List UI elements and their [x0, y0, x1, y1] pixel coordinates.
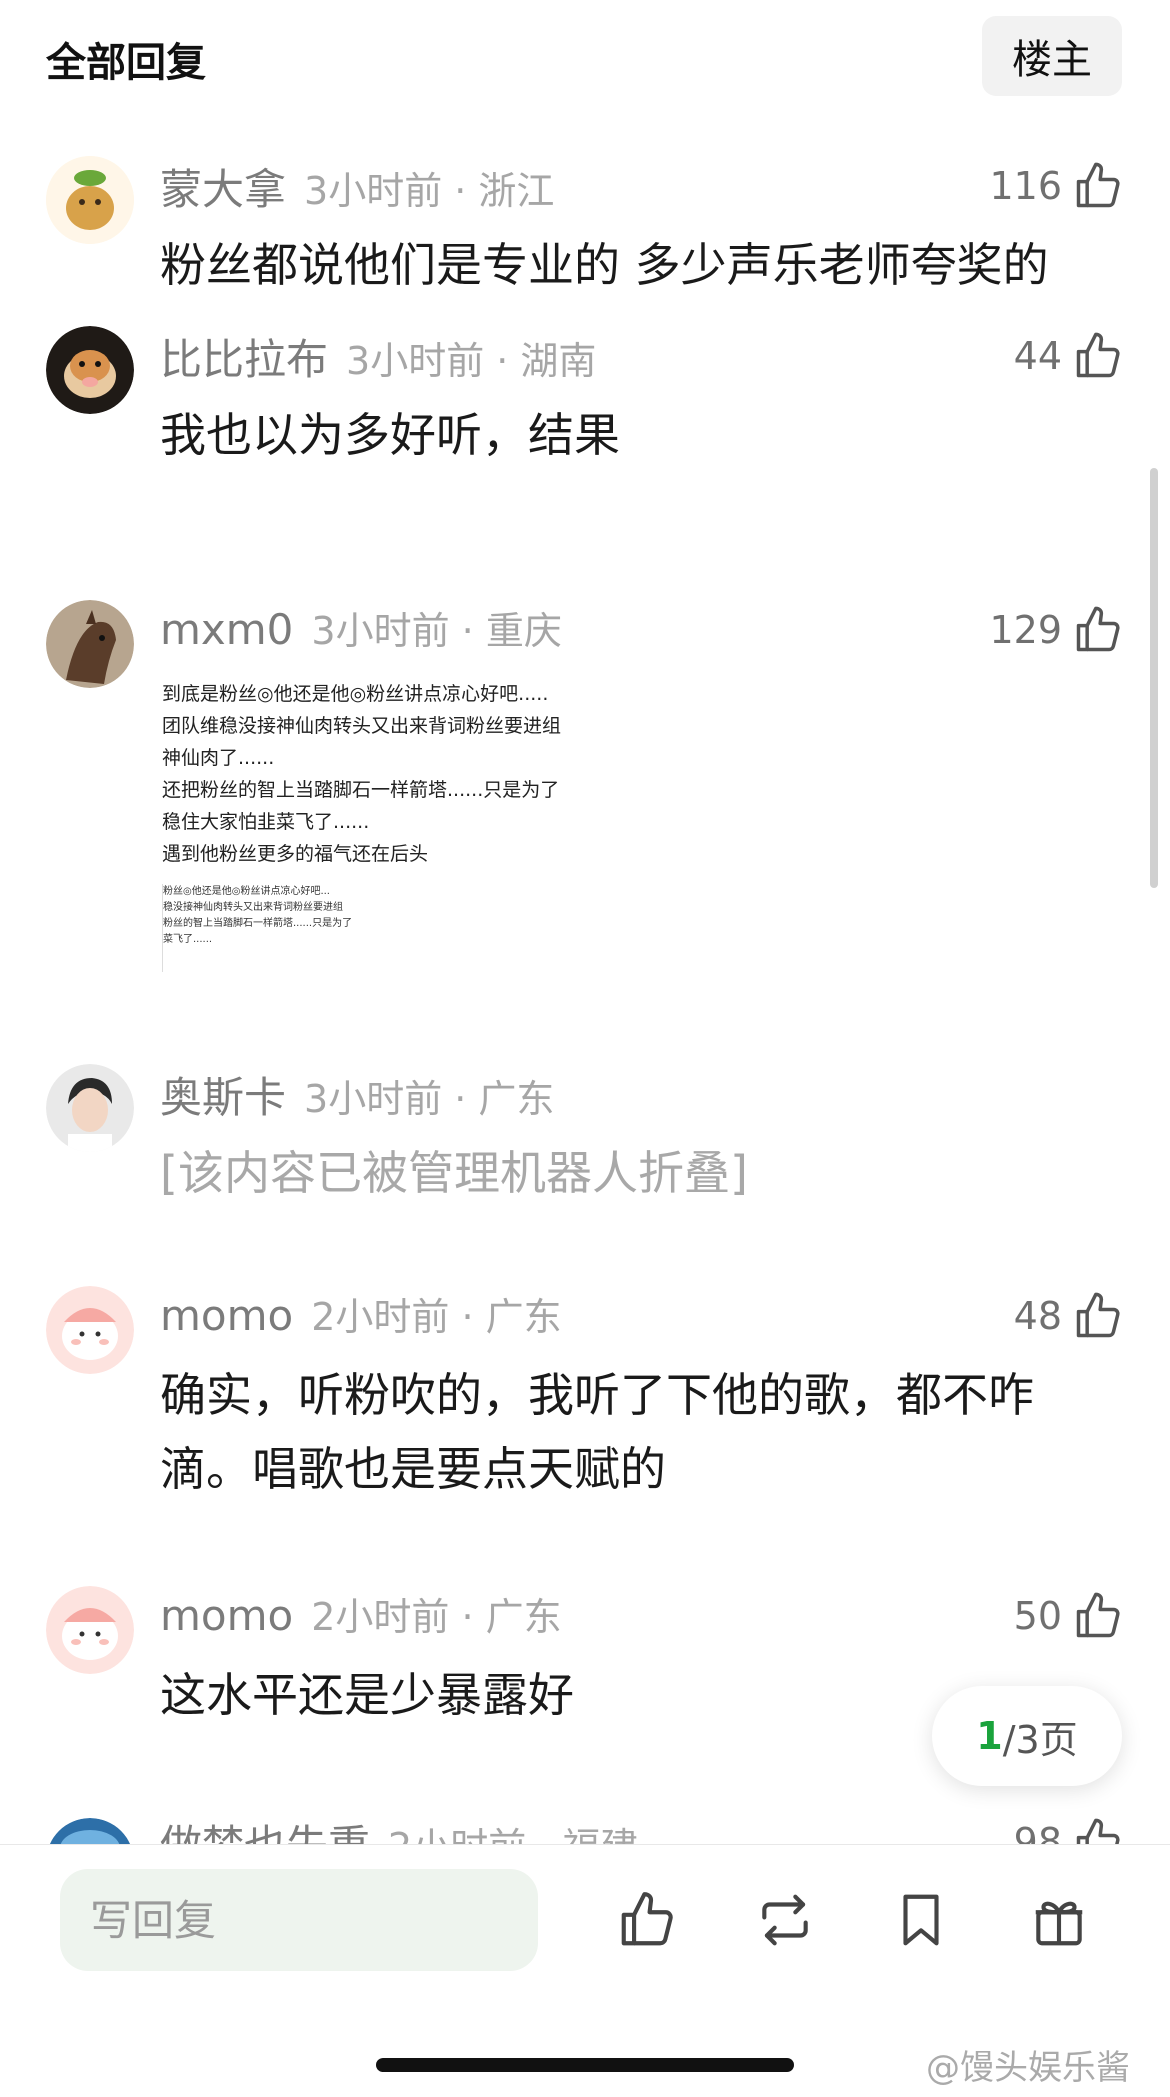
- avatar[interactable]: [46, 156, 134, 244]
- comment-item: 比比拉布 3小时前 · 湖南 44 我也以为多好听，结果: [0, 326, 1170, 486]
- username[interactable]: momo: [160, 1291, 293, 1340]
- comment-item: momo 2小时前 · 广东 48 确实，听粉吹的，我听了下他的歌，都不咋滴。唱…: [0, 1286, 1170, 1526]
- page-indicator[interactable]: 1 /3页: [932, 1686, 1122, 1786]
- repost-button[interactable]: [750, 1885, 820, 1955]
- like-count: 48: [1013, 1294, 1062, 1338]
- image-text-line: 稳住大家怕韭菜飞了......: [162, 811, 370, 833]
- comment-meta: mxm0 3小时前 · 重庆: [160, 600, 562, 660]
- image-text-line: 粉丝◎他还是他◎粉丝讲点凉心好吧...: [163, 886, 330, 897]
- image-text-line: 神仙肉了......: [162, 747, 275, 769]
- comment-meta: 蒙大拿 3小时前 · 浙江: [160, 156, 554, 216]
- comment-text: 粉丝都说他们是专业的 多少声乐老师夸奖的: [160, 238, 1049, 292]
- image-text-line: 粉丝的智上当踏脚石一样箭塔......只是为了: [163, 918, 353, 929]
- like-button[interactable]: 129: [989, 600, 1124, 660]
- comment-text: 我也以为多好听，结果: [160, 408, 620, 462]
- bookmark-icon: [903, 1894, 939, 1946]
- thumbs-up-icon: [1076, 1292, 1120, 1338]
- image-text-line: 还把粉丝的智上当踏脚石一样箭塔......只是为了: [162, 779, 560, 801]
- gift-icon: [1035, 1901, 1083, 1946]
- owner-only-button[interactable]: 楼主: [982, 16, 1122, 96]
- username[interactable]: momo: [160, 1591, 293, 1640]
- thumbs-up-icon: [1076, 1818, 1120, 1844]
- like-button[interactable]: 50: [1014, 1586, 1124, 1646]
- username[interactable]: mxm0: [160, 605, 293, 654]
- thumbs-up-icon: [1076, 162, 1120, 208]
- like-count: 44: [1013, 334, 1062, 378]
- image-text-line: 遇到他粉丝更多的福气还在后头: [162, 843, 429, 865]
- comment-item: 奥斯卡 3小时前 · 广东 [该内容已被管理机器人折叠]: [0, 1064, 1170, 1224]
- comment-meta: 做梦也失重 2小时前 · 福建: [160, 1812, 638, 1844]
- avatar[interactable]: [46, 1064, 134, 1152]
- thumbs-up-icon: [1076, 606, 1120, 652]
- like-button[interactable]: 44: [1014, 326, 1124, 386]
- like-count: 129: [989, 608, 1062, 652]
- thumbs-up-icon: [621, 1892, 673, 1946]
- image-text-line: 菜飞了......: [163, 934, 213, 945]
- like-count: 98: [1013, 1820, 1062, 1844]
- time-location: 2小时前 · 广东: [311, 1595, 562, 1639]
- avatar[interactable]: [46, 326, 134, 414]
- time-location: 3小时前 · 浙江: [304, 169, 555, 213]
- avatar[interactable]: [46, 1818, 134, 1844]
- scrollbar[interactable]: [1150, 468, 1158, 888]
- home-indicator[interactable]: [376, 2058, 794, 2072]
- username[interactable]: 蒙大拿: [160, 156, 286, 217]
- image-text-line: 团队维稳没接神仙肉转头又出来背词粉丝要进组: [162, 715, 562, 737]
- like-count: 116: [989, 164, 1062, 208]
- thumbs-up-icon: [1076, 1592, 1120, 1638]
- like-button[interactable]: 98: [1014, 1812, 1124, 1844]
- comment-item: mxm0 3小时前 · 重庆 129 到底是粉丝◎他还是他◎粉丝讲点凉心好吧..…: [0, 600, 1170, 1020]
- like-count: 50: [1013, 1594, 1062, 1638]
- comment-meta: momo 2小时前 · 广东: [160, 1586, 562, 1646]
- like-button[interactable]: 116: [989, 156, 1124, 216]
- username[interactable]: 比比拉布: [160, 326, 328, 387]
- username[interactable]: 奥斯卡: [160, 1064, 286, 1125]
- image-text-line: 到底是粉丝◎他还是他◎粉丝讲点凉心好吧.....: [162, 683, 549, 705]
- repost-icon: [762, 1894, 808, 1946]
- comment-meta: momo 2小时前 · 广东: [160, 1286, 562, 1346]
- comment-image[interactable]: 到底是粉丝◎他还是他◎粉丝讲点凉心好吧..... 团队维稳没接神仙肉转头又出来背…: [162, 678, 602, 972]
- gift-button[interactable]: [1024, 1885, 1094, 1955]
- watermark: @馒头娱乐酱: [926, 2048, 1130, 2088]
- bookmark-button[interactable]: [886, 1885, 956, 1955]
- comment-image-thumbnail[interactable]: 粉丝◎他还是他◎粉丝讲点凉心好吧... 稳没接神仙肉转头又出来背词粉丝要进组 粉…: [162, 884, 353, 972]
- thumbs-up-icon: [1076, 332, 1120, 378]
- folded-comment-notice[interactable]: [该内容已被管理机器人折叠]: [160, 1136, 1100, 1210]
- time-location: 3小时前 · 重庆: [311, 609, 562, 653]
- time-location: 3小时前 · 湖南: [346, 339, 597, 383]
- comment-item: 蒙大拿 3小时前 · 浙江 116 粉丝都说他们是专业的 多少声乐老师夸奖的: [0, 156, 1170, 316]
- current-page: 1: [976, 1714, 1003, 1758]
- reply-input[interactable]: [60, 1869, 538, 1971]
- time-location: 2小时前 · 广东: [311, 1295, 562, 1339]
- comment-text: 确实，听粉吹的，我听了下他的歌，都不咋滴。唱歌也是要点天赋的: [160, 1368, 1034, 1496]
- comment-item-partial: 做梦也失重 2小时前 · 福建 98: [0, 1812, 1170, 1844]
- avatar[interactable]: [46, 1586, 134, 1674]
- username[interactable]: 做梦也失重: [160, 1812, 370, 1844]
- page-title: 全部回复: [46, 40, 206, 86]
- comment-meta: 奥斯卡 3小时前 · 广东: [160, 1064, 554, 1124]
- avatar[interactable]: [46, 600, 134, 688]
- time-location: 3小时前 · 广东: [304, 1077, 555, 1121]
- time-location: 2小时前 · 福建: [388, 1816, 638, 1844]
- like-button[interactable]: 48: [1014, 1286, 1124, 1346]
- header: 全部回复 楼主: [0, 0, 1170, 120]
- page-total: /3页: [1002, 1717, 1078, 1762]
- like-post-button[interactable]: [612, 1885, 682, 1955]
- comment-meta: 比比拉布 3小时前 · 湖南: [160, 326, 596, 386]
- image-text-line: 稳没接神仙肉转头又出来背词粉丝要进组: [163, 902, 343, 913]
- avatar[interactable]: [46, 1286, 134, 1374]
